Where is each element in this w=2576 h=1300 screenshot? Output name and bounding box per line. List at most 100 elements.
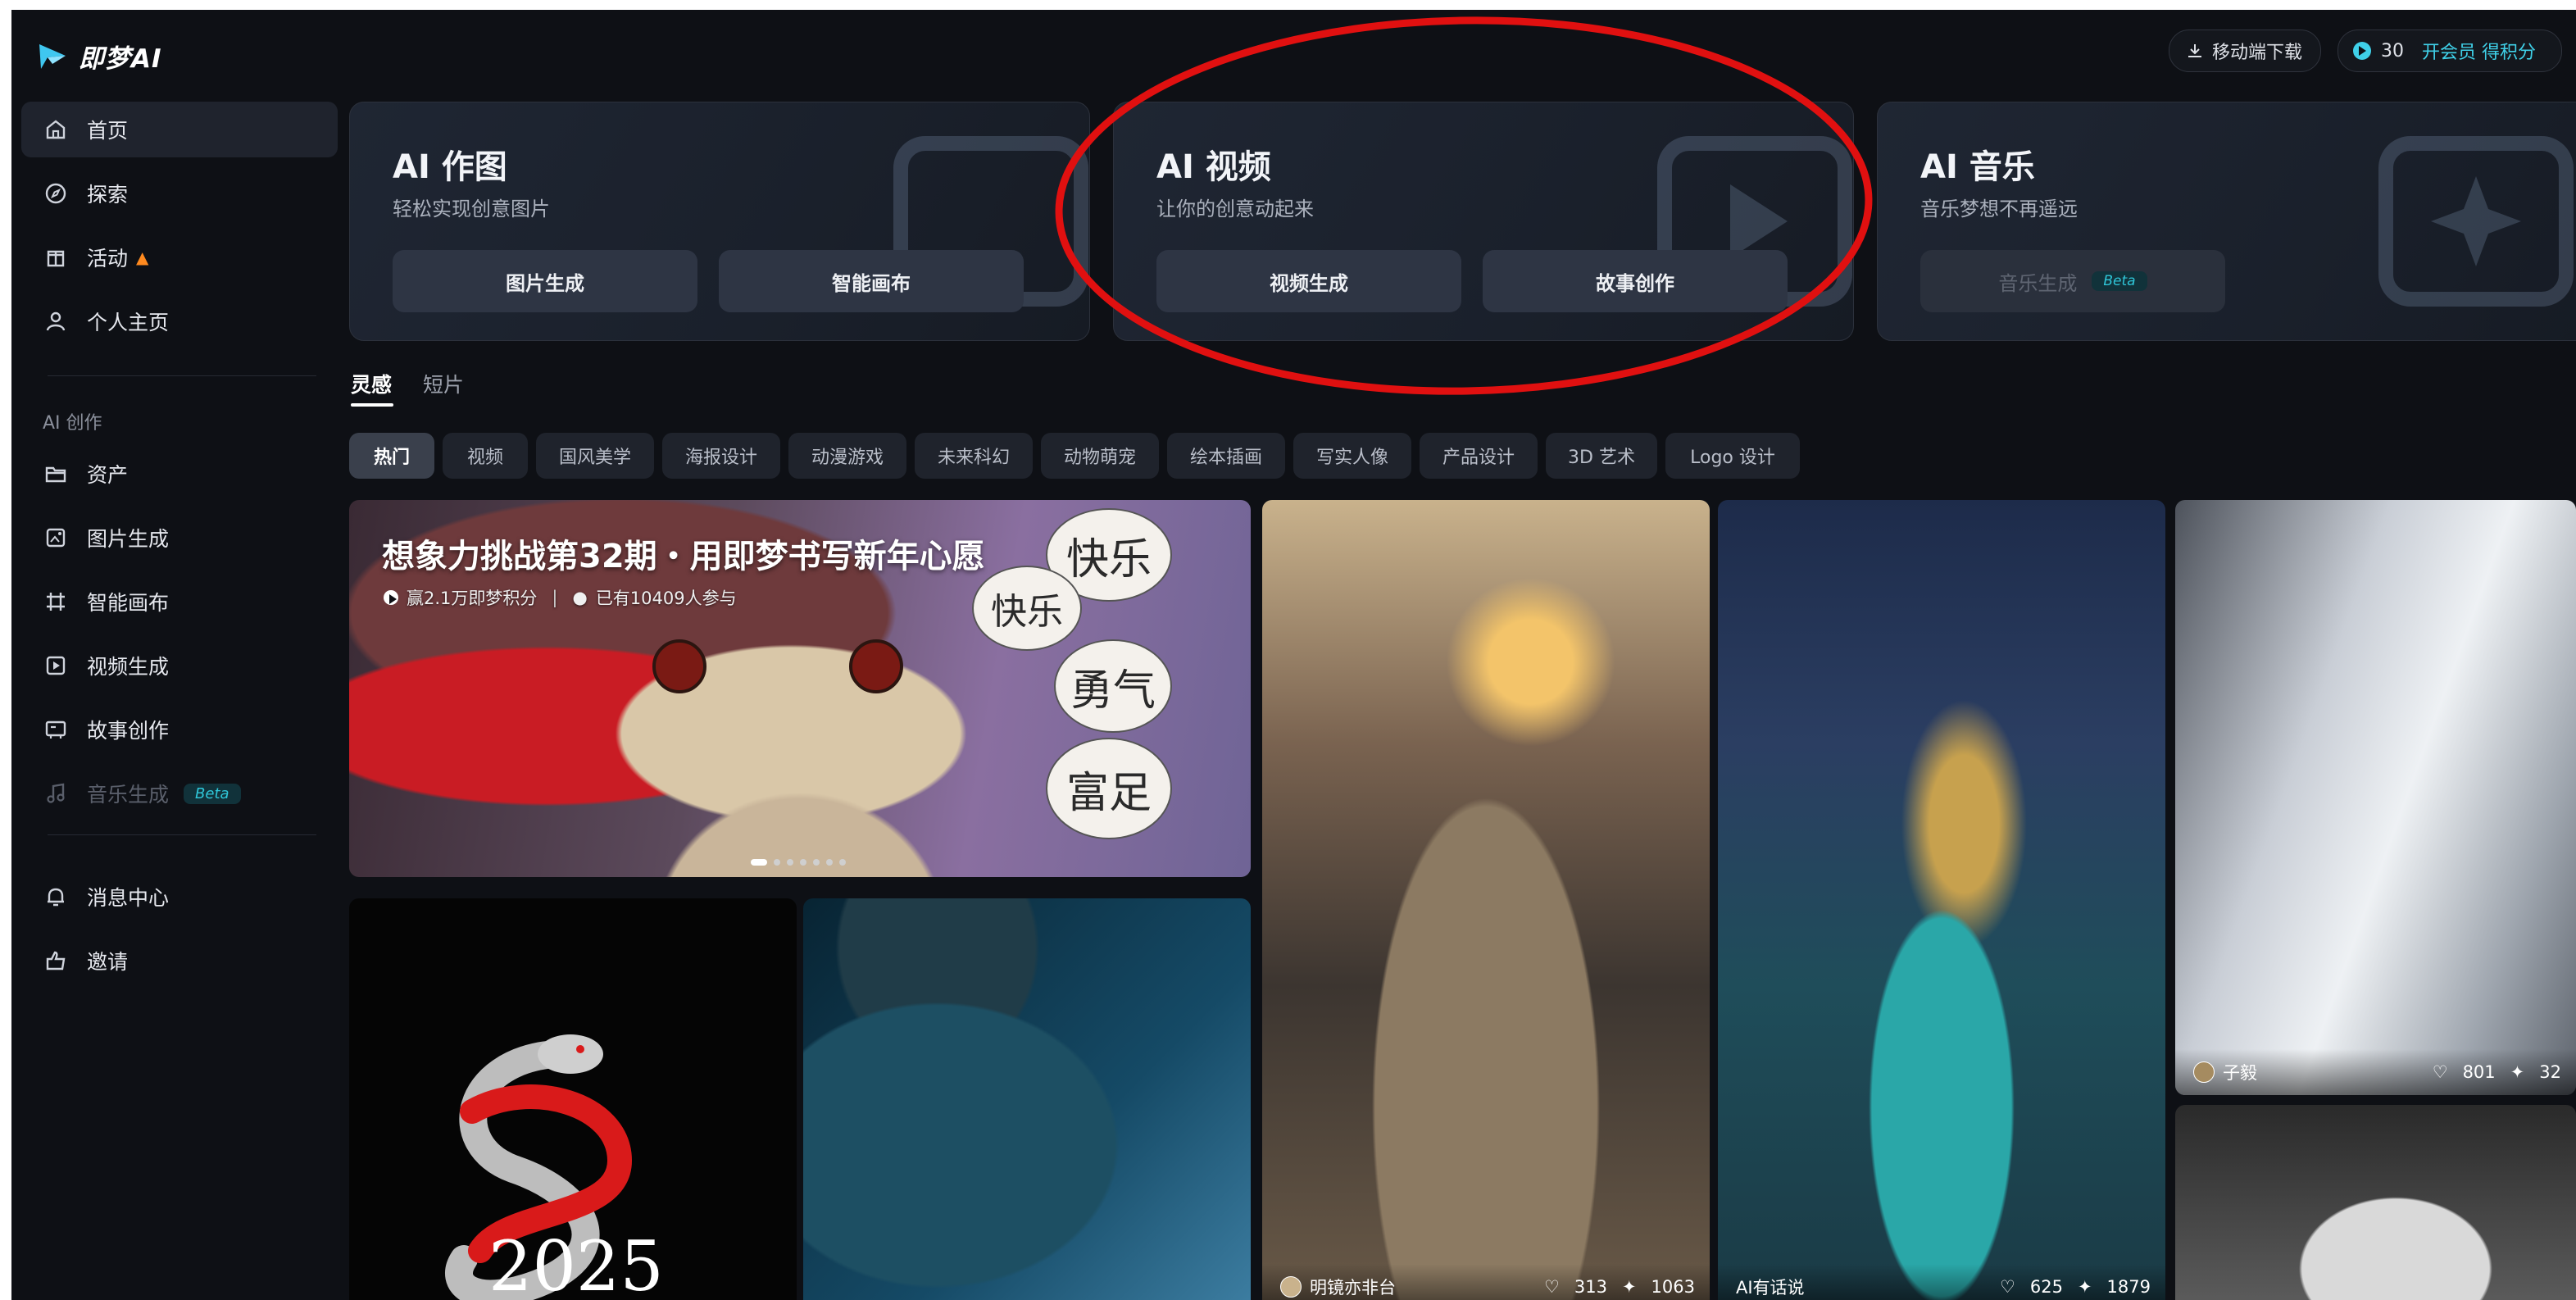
sidebar-item-label: 视频生成 — [87, 655, 170, 679]
heart-icon[interactable]: ♡ — [2000, 1277, 2015, 1297]
image-gen-icon — [44, 526, 67, 549]
category-chip-anime[interactable]: 动漫游戏 — [788, 433, 906, 479]
sidebar-item-story[interactable]: 故事创作 — [21, 702, 338, 757]
sparkle-icon[interactable]: ✦ — [2078, 1277, 2092, 1297]
participants-icon: ● — [572, 588, 588, 607]
sidebar-item-invite[interactable]: 邀请 — [21, 933, 338, 989]
sidebar-item-label: 图片生成 — [87, 527, 170, 551]
sidebar-item-label: 个人主页 — [87, 311, 170, 334]
invite-icon — [44, 949, 67, 972]
music-icon — [44, 782, 67, 805]
carousel-dots[interactable] — [751, 859, 846, 866]
beta-badge: Beta — [184, 783, 241, 804]
sidebar-item-video-gen[interactable]: 视频生成 — [21, 638, 338, 693]
tab-shorts[interactable]: 短片 — [423, 369, 464, 398]
smart-canvas-button[interactable]: 智能画布 — [719, 250, 1024, 312]
carousel-dot[interactable] — [774, 859, 780, 866]
brand-name: 即梦AI — [79, 43, 162, 74]
carousel-dot[interactable] — [813, 859, 820, 866]
challenge-banner[interactable]: 快乐 快乐 勇气 富足 想象力挑战第32期・用即梦书写新年心愿 赢2.1万即梦积… — [349, 500, 1251, 877]
snake-year-caption: 2025 — [488, 1226, 664, 1300]
points-vip-pill[interactable]: 30 开会员 得积分 — [2337, 30, 2562, 72]
sidebar-item-profile[interactable]: 个人主页 — [21, 293, 338, 349]
gallery-card-ancient-town[interactable]: 明镜亦非台 ♡ 313 ✦ 1063 — [1262, 500, 1710, 1300]
compass-icon — [44, 182, 67, 205]
vip-link[interactable]: 开会员 得积分 — [2422, 38, 2536, 64]
card-stats: ♡ 801 ✦ 32 — [2433, 1062, 2561, 1082]
sidebar-item-events[interactable]: 活动 ▲ — [21, 230, 338, 285]
card-author[interactable]: 明镜亦非台 — [1280, 1275, 1396, 1299]
category-chip-video[interactable]: 视频 — [443, 433, 528, 479]
sidebar-item-explore[interactable]: 探索 — [21, 166, 338, 221]
music-deco-icon — [2378, 136, 2574, 307]
banner-title: 想象力挑战第32期・用即梦书写新年心愿 — [382, 538, 985, 575]
gallery-card-snake-2025[interactable]: 2025 — [349, 898, 797, 1300]
heart-icon[interactable]: ♡ — [2433, 1062, 2448, 1082]
category-chip-scifi[interactable]: 未来科幻 — [915, 433, 1033, 479]
category-chip-hot[interactable]: 热门 — [349, 433, 434, 479]
sidebar-item-assets[interactable]: 资产 — [21, 446, 338, 502]
sidebar-item-image-gen[interactable]: 图片生成 — [21, 510, 338, 566]
rabbit-eye — [849, 639, 903, 693]
sidebar-item-label: 智能画布 — [87, 591, 170, 615]
brand-logo[interactable]: 即梦AI — [36, 36, 162, 75]
feature-subtitle: 音乐梦想不再遥远 — [1920, 198, 2078, 220]
tab-inspiration[interactable]: 灵感 — [351, 369, 392, 398]
mobile-download-label: 移动端下载 — [2212, 43, 2303, 63]
mobile-download-button[interactable]: 移动端下载 — [2169, 30, 2321, 72]
card-stats: ♡ 313 ✦ 1063 — [1544, 1277, 1695, 1297]
reward-icon — [384, 590, 398, 605]
gallery-card-silk-scroll[interactable]: 子毅 ♡ 801 ✦ 32 — [2175, 500, 2576, 1095]
category-chip-picturebook[interactable]: 绘本插画 — [1167, 433, 1285, 479]
image-gen-button[interactable]: 图片生成 — [393, 250, 697, 312]
sidebar-item-home[interactable]: 首页 — [21, 102, 338, 157]
feature-subtitle: 让你的创意动起来 — [1156, 198, 1314, 220]
remix-count: 1879 — [2106, 1277, 2151, 1297]
bell-icon — [44, 885, 67, 908]
feature-card-ai-image: AI 作图 轻松实现创意图片 图片生成 智能画布 — [349, 102, 1090, 341]
feature-title: AI 作图 — [393, 148, 507, 186]
sparkle-icon[interactable]: ✦ — [1622, 1277, 1637, 1297]
category-chip-3d[interactable]: 3D 艺术 — [1546, 433, 1657, 479]
category-chip-pets[interactable]: 动物萌宠 — [1041, 433, 1159, 479]
card-footer: 明镜亦非台 ♡ 313 ✦ 1063 — [1262, 1264, 1710, 1300]
carousel-dot[interactable] — [787, 859, 793, 866]
avatar — [2193, 1061, 2215, 1083]
folder-icon — [44, 462, 67, 485]
sidebar-item-music[interactable]: 音乐生成 Beta — [21, 766, 338, 821]
gallery-card-stone-buddha[interactable] — [2175, 1105, 2576, 1300]
sidebar-item-label: 音乐生成 — [87, 783, 170, 807]
canvas-icon — [44, 590, 67, 613]
category-chip-guofeng[interactable]: 国风美学 — [536, 433, 654, 479]
beta-badge: Beta — [2092, 271, 2147, 291]
carousel-dot[interactable] — [826, 859, 833, 866]
category-chip-poster[interactable]: 海报设计 — [662, 433, 780, 479]
carousel-dot[interactable] — [800, 859, 806, 866]
story-creation-button[interactable]: 故事创作 — [1483, 250, 1788, 312]
carousel-dot[interactable] — [751, 859, 767, 866]
sidebar-item-messages[interactable]: 消息中心 — [21, 869, 338, 925]
heart-icon[interactable]: ♡ — [1544, 1277, 1560, 1297]
gallery-card-buddha[interactable] — [803, 898, 1251, 1300]
tab-active-indicator — [351, 403, 393, 407]
category-chip-portrait[interactable]: 写实人像 — [1293, 433, 1411, 479]
feature-title: AI 音乐 — [1920, 148, 2035, 186]
gift-icon — [44, 246, 67, 269]
sidebar-item-label: 首页 — [87, 119, 129, 143]
feature-title: AI 视频 — [1156, 148, 1271, 186]
rabbit-eye — [652, 639, 706, 693]
sparkle-icon[interactable]: ✦ — [2510, 1062, 2525, 1082]
category-chip-logo[interactable]: Logo 设计 — [1665, 433, 1800, 479]
wish-bubble: 富足 — [1046, 738, 1172, 839]
gallery-card-river-town[interactable]: AI有话说 ♡ 625 ✦ 1879 — [1718, 500, 2165, 1300]
card-author[interactable]: 子毅 — [2193, 1060, 2257, 1084]
card-author[interactable]: AI有话说 — [1736, 1275, 1805, 1299]
fire-icon: ▲ — [136, 248, 149, 267]
video-gen-button[interactable]: 视频生成 — [1156, 250, 1461, 312]
points-count: 30 — [2381, 40, 2404, 61]
music-gen-button[interactable]: 音乐生成 Beta — [1920, 250, 2225, 312]
sidebar-item-canvas[interactable]: 智能画布 — [21, 574, 338, 630]
category-chip-product[interactable]: 产品设计 — [1420, 433, 1538, 479]
feature-subtitle: 轻松实现创意图片 — [393, 198, 550, 220]
carousel-dot[interactable] — [839, 859, 846, 866]
